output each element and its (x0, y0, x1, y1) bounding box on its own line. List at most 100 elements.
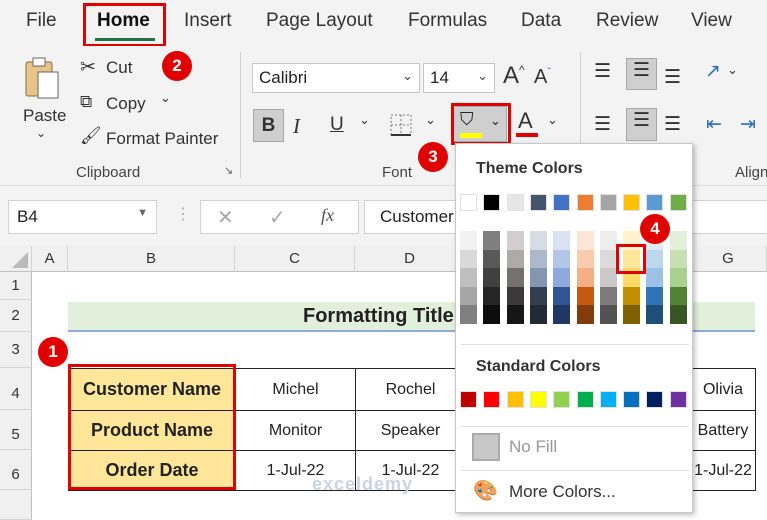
column-header-d[interactable]: D (355, 246, 465, 272)
column-header-a[interactable]: A (32, 246, 68, 272)
standard-color-swatch[interactable] (646, 391, 664, 408)
theme-shade-swatch[interactable] (483, 305, 501, 324)
tab-page-layout[interactable]: Page Layout (266, 10, 373, 32)
select-all-corner[interactable] (0, 246, 32, 272)
theme-shade-swatch[interactable] (506, 231, 524, 250)
chevron-down-icon[interactable]: ⌄ (727, 62, 738, 78)
no-fill-option[interactable]: No Fill (461, 430, 689, 466)
theme-shade-swatch[interactable] (576, 268, 594, 287)
theme-shade-swatch[interactable] (646, 286, 664, 305)
standard-color-swatch[interactable] (460, 391, 477, 408)
theme-color-swatch[interactable] (529, 194, 547, 211)
theme-shade-swatch[interactable] (529, 286, 547, 305)
table-cell[interactable]: 1-Jul-22 (690, 450, 756, 491)
check-icon[interactable]: ✓ (269, 205, 286, 230)
copy-button[interactable]: Copy (106, 94, 146, 114)
theme-shade-swatch[interactable] (669, 249, 687, 268)
theme-color-swatch[interactable] (599, 194, 617, 211)
paste-label[interactable]: Paste (23, 106, 66, 126)
standard-color-swatch[interactable] (599, 391, 617, 408)
theme-shade-swatch[interactable] (599, 286, 617, 305)
theme-shade-swatch[interactable] (483, 249, 501, 268)
theme-shade-swatch[interactable] (506, 268, 524, 287)
standard-color-swatch[interactable] (529, 391, 547, 408)
insert-function-button[interactable]: fx (321, 205, 334, 226)
theme-shade-swatch[interactable] (460, 286, 477, 305)
theme-color-swatch[interactable] (553, 194, 571, 211)
theme-shade-swatch[interactable] (576, 286, 594, 305)
cut-button[interactable]: Cut (106, 58, 132, 78)
chevron-down-icon[interactable]: ⌄ (160, 90, 171, 106)
column-header-g[interactable]: G (690, 246, 767, 272)
align-top-icon[interactable]: ☰ (594, 60, 611, 83)
standard-color-swatch[interactable] (623, 391, 641, 408)
theme-shade-swatch[interactable] (646, 249, 664, 268)
standard-color-swatch[interactable] (576, 391, 594, 408)
theme-shade-swatch[interactable] (599, 268, 617, 287)
theme-color-swatch[interactable] (623, 194, 641, 211)
row-header-2[interactable]: 2 (0, 300, 32, 332)
theme-shade-swatch[interactable] (506, 305, 524, 324)
increase-indent-icon[interactable]: ⇥ (740, 113, 756, 136)
bold-button[interactable]: B (253, 109, 284, 142)
column-header-b[interactable]: B (68, 246, 235, 272)
row-header-4[interactable]: 4 (0, 368, 32, 410)
align-bottom-icon[interactable]: ☰ (664, 66, 681, 89)
theme-shade-swatch[interactable] (669, 268, 687, 287)
align-center-icon[interactable]: ☰ (626, 108, 657, 141)
theme-shade-swatch[interactable] (553, 286, 571, 305)
more-colors-option[interactable]: 🎨 More Colors... (461, 474, 689, 510)
theme-shade-swatch[interactable] (599, 231, 617, 250)
align-left-icon[interactable]: ☰ (594, 113, 611, 136)
paste-button[interactable] (22, 56, 62, 104)
theme-shade-swatch[interactable] (669, 286, 687, 305)
decrease-indent-icon[interactable]: ⇤ (706, 113, 722, 136)
theme-shade-swatch[interactable] (599, 305, 617, 324)
theme-shade-swatch[interactable] (646, 305, 664, 324)
row-header-1[interactable]: 1 (0, 272, 32, 300)
row-header-3[interactable]: 3 (0, 332, 32, 368)
theme-shade-swatch[interactable] (460, 305, 477, 324)
standard-color-swatch[interactable] (506, 391, 524, 408)
standard-color-swatch[interactable] (669, 391, 687, 408)
theme-shade-swatch[interactable] (460, 268, 477, 287)
decrease-font-size-icon[interactable]: Aˇ (534, 66, 551, 89)
row-header-6[interactable]: 6 (0, 450, 32, 490)
cancel-icon[interactable]: ✕ (217, 205, 234, 230)
theme-color-swatch[interactable] (506, 194, 524, 211)
format-painter-button[interactable]: Format Painter (106, 129, 218, 149)
table-cell[interactable]: Olivia (690, 368, 756, 411)
theme-shade-swatch[interactable] (483, 286, 501, 305)
theme-shade-swatch[interactable] (576, 231, 594, 250)
increase-font-size-icon[interactable]: A^ (503, 62, 525, 90)
tab-view[interactable]: View (691, 10, 732, 32)
theme-shade-swatch[interactable] (623, 305, 641, 324)
table-cell[interactable]: Monitor (235, 410, 356, 451)
tab-review[interactable]: Review (596, 10, 658, 32)
tab-formulas[interactable]: Formulas (408, 10, 487, 32)
row-header-5[interactable]: 5 (0, 410, 32, 450)
theme-shade-swatch[interactable] (483, 268, 501, 287)
tab-data[interactable]: Data (521, 10, 561, 32)
italic-button[interactable]: I (293, 114, 300, 139)
chevron-down-icon[interactable]: ⌄ (36, 126, 46, 140)
chevron-down-icon[interactable]: ⌄ (547, 112, 558, 128)
standard-color-swatch[interactable] (483, 391, 501, 408)
theme-color-swatch[interactable] (460, 194, 477, 211)
chevron-down-icon[interactable]: ⌄ (359, 112, 370, 128)
underline-button[interactable]: U (330, 114, 344, 136)
theme-shade-swatch[interactable] (576, 305, 594, 324)
theme-shade-swatch[interactable] (529, 305, 547, 324)
theme-color-swatch[interactable] (646, 194, 664, 211)
theme-color-swatch[interactable] (483, 194, 501, 211)
table-cell[interactable]: Speaker (355, 410, 466, 451)
theme-shade-swatch[interactable] (623, 286, 641, 305)
table-cell[interactable]: Michel (235, 368, 356, 411)
standard-color-swatch[interactable] (553, 391, 571, 408)
chevron-down-icon[interactable]: ⌄ (425, 112, 436, 128)
theme-shade-swatch[interactable] (599, 249, 617, 268)
theme-shade-swatch[interactable] (553, 305, 571, 324)
align-right-icon[interactable]: ☰ (664, 113, 681, 136)
theme-shade-swatch[interactable] (553, 231, 571, 250)
table-cell[interactable]: Battery (690, 410, 756, 451)
